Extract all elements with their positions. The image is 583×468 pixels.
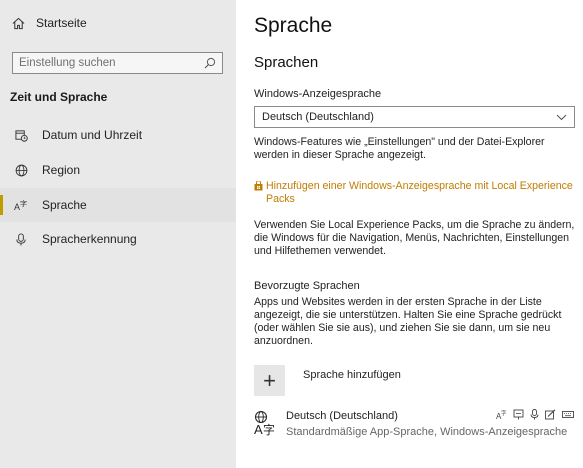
display-language-note: Windows-Features wie „Einstellungen" und… <box>254 136 545 161</box>
sidebar-item-label: Spracherkennung <box>42 232 137 246</box>
display-language-icon: A 字 <box>496 409 507 420</box>
active-indicator <box>0 195 3 215</box>
text-to-speech-icon <box>513 409 524 420</box>
display-language-label: Windows-Anzeigesprache <box>254 88 382 100</box>
lxp-link-text: Hinzufügen einer Windows-Anzeigesprache … <box>266 180 573 205</box>
chevron-down-icon <box>556 114 567 120</box>
globe-icon <box>14 163 28 177</box>
svg-text:字: 字 <box>501 409 507 417</box>
language-capabilities: A 字 <box>496 409 574 420</box>
sidebar-item-label: Datum und Uhrzeit <box>42 128 143 142</box>
language-subtitle: Standardmäßige App-Sprache, Windows-Anze… <box>286 426 568 438</box>
speech-recognition-icon <box>530 409 539 420</box>
preferred-languages-note: Apps und Websites werden in der ersten S… <box>254 296 562 347</box>
page-title: Sprache <box>254 14 333 37</box>
sidebar-item-datum-und-uhrzeit[interactable]: Datum und Uhrzeit <box>0 118 236 152</box>
display-language-select[interactable]: Deutsch (Deutschland) <box>254 106 575 128</box>
store-icon <box>254 181 263 191</box>
svg-text:字: 字 <box>263 422 275 436</box>
search-icon[interactable] <box>204 57 216 69</box>
add-language-button[interactable]: + Sprache hinzufügen <box>254 365 401 396</box>
calendar-clock-icon <box>14 128 28 142</box>
add-language-label: Sprache hinzufügen <box>303 369 401 381</box>
lxp-note: Verwenden Sie Local Experience Packs, um… <box>254 219 575 257</box>
home-link[interactable]: Startseite <box>12 16 87 30</box>
search-input[interactable]: Einstellung suchen <box>12 52 223 74</box>
plus-icon: + <box>254 365 285 396</box>
search-placeholder: Einstellung suchen <box>19 57 116 69</box>
language-icon: A 字 <box>14 198 28 212</box>
section-title: Sprachen <box>254 54 319 71</box>
sidebar: Startseite Einstellung suchen Zeit und S… <box>0 0 236 468</box>
lxp-link[interactable]: Hinzufügen einer Windows-Anzeigesprache … <box>254 180 578 206</box>
preferred-languages-label: Bevorzugte Sprachen <box>254 280 360 292</box>
language-glyph-icon: A 字 <box>254 411 275 436</box>
microphone-icon <box>14 232 28 246</box>
language-name: Deutsch (Deutschland) <box>286 410 398 422</box>
sidebar-item-label: Sprache <box>42 198 87 212</box>
sidebar-item-sprache[interactable]: A 字 Sprache <box>0 188 236 222</box>
keyboard-icon <box>562 411 574 418</box>
sidebar-item-spracherkennung[interactable]: Spracherkennung <box>0 222 236 256</box>
sidebar-item-region[interactable]: Region <box>0 153 236 187</box>
display-language-value: Deutsch (Deutschland) <box>262 111 374 123</box>
sidebar-section-title: Zeit und Sprache <box>10 90 108 104</box>
svg-text:字: 字 <box>20 199 27 208</box>
svg-text:A: A <box>254 422 263 436</box>
handwriting-icon <box>545 409 556 420</box>
home-icon <box>12 17 25 29</box>
sidebar-item-label: Region <box>42 163 81 177</box>
main-content: Sprache Sprachen Windows-Anzeigesprache … <box>236 0 583 468</box>
home-label: Startseite <box>36 16 87 30</box>
